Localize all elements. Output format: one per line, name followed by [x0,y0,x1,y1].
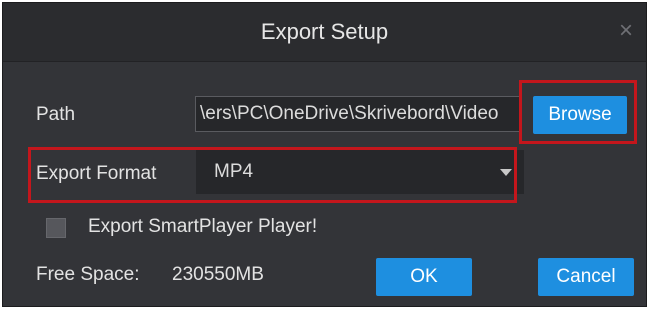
path-input[interactable] [195,96,521,132]
export-format-label: Export Format [36,163,157,184]
smartplayer-checkbox[interactable] [46,218,66,238]
free-space-label: Free Space: [36,264,140,285]
path-label: Path [36,104,76,125]
dialog-title: Export Setup [260,19,389,44]
cancel-button[interactable]: Cancel [538,258,634,296]
chevron-down-icon [500,169,512,176]
close-icon[interactable]: × [614,19,638,43]
free-space-value: 230550MB [172,264,264,285]
ok-button[interactable]: OK [376,258,472,296]
smartplayer-checkbox-label[interactable]: Export SmartPlayer Player! [88,216,317,238]
export-format-value: MP4 [214,161,254,182]
browse-button[interactable]: Browse [533,96,627,134]
export-format-select[interactable]: MP4 [196,150,524,194]
dialog-titlebar: Export Setup × [3,3,646,62]
